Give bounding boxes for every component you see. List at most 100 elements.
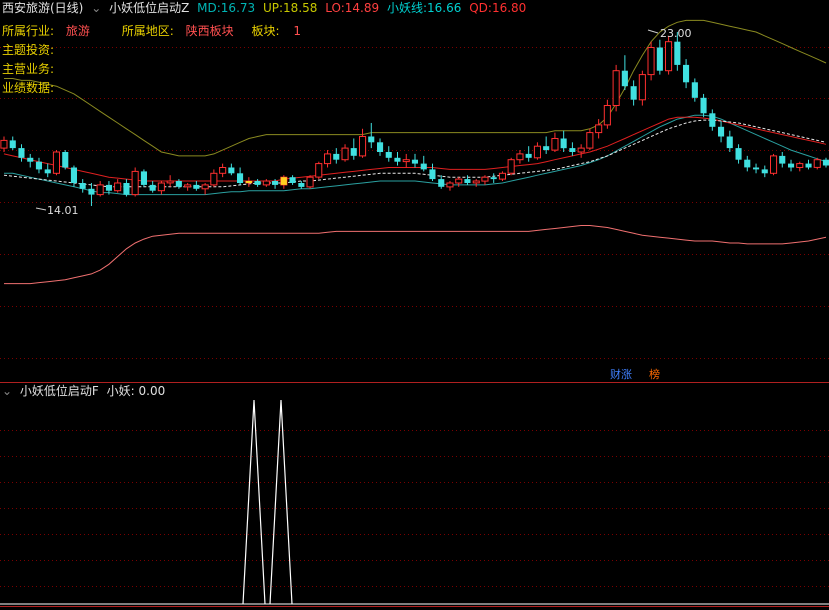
candle-body — [683, 64, 690, 83]
theme-label: 主题投资: — [2, 43, 55, 57]
sub-value-label: 小妖: — [106, 384, 135, 398]
candle-body — [289, 177, 296, 183]
indicator-name[interactable]: 小妖低位启动Z — [109, 1, 189, 15]
candle — [402, 153, 410, 168]
candle-body — [298, 183, 305, 187]
candle — [805, 159, 812, 170]
high-label: 23.00 — [660, 27, 692, 40]
candle-body — [569, 148, 576, 152]
candle-body — [201, 184, 209, 190]
candle-body — [674, 41, 681, 65]
candle-body — [402, 159, 410, 163]
candle-body — [630, 86, 637, 100]
chevron-down-icon[interactable]: ⌄ — [91, 1, 101, 15]
xy-value: 16.66 — [427, 1, 462, 15]
candle — [472, 179, 480, 187]
candle — [569, 142, 576, 156]
candle — [166, 175, 174, 187]
candle — [193, 181, 200, 191]
candle-body — [770, 155, 778, 174]
candle-body — [543, 146, 550, 151]
candle-body — [551, 138, 559, 151]
caizhang-tag[interactable]: 财涨 — [609, 368, 633, 381]
sub-value: 0.00 — [138, 384, 166, 398]
candle — [306, 175, 314, 189]
candle-body — [70, 167, 77, 183]
candle — [665, 35, 673, 75]
candle-body — [788, 163, 795, 168]
candle — [822, 157, 829, 168]
candle — [420, 155, 427, 172]
candle-body — [184, 184, 192, 188]
candle-body — [577, 147, 585, 153]
candle-body — [62, 152, 69, 168]
low-annotation: 14.01 — [35, 204, 79, 217]
candle-body — [368, 136, 375, 143]
candle — [96, 181, 104, 197]
signal-candle — [280, 177, 287, 185]
candle — [770, 153, 778, 176]
sub-grid — [0, 430, 829, 587]
candle-body — [377, 142, 384, 152]
candle-body — [533, 145, 542, 159]
region-value[interactable]: 陕西板块 — [186, 24, 234, 38]
candle — [761, 165, 768, 178]
xy-label: 小妖线: — [386, 1, 428, 15]
candle — [516, 150, 524, 164]
candle — [647, 41, 655, 81]
candle — [219, 163, 227, 178]
candle-body — [560, 138, 567, 149]
stock-title[interactable]: 西安旅游(日线) — [2, 1, 83, 15]
up-value: 18.58 — [283, 1, 318, 15]
candle — [385, 146, 392, 162]
signal-candle — [245, 181, 252, 183]
chevron-down-icon[interactable]: ⌄ — [2, 384, 12, 398]
candle-body — [52, 151, 61, 174]
candle — [638, 70, 646, 106]
candle — [18, 144, 25, 162]
candle-body — [753, 167, 760, 170]
candle-body — [498, 172, 506, 180]
candle — [464, 175, 471, 185]
candle-body — [35, 161, 42, 170]
candle-body — [796, 163, 804, 169]
candle — [237, 167, 244, 185]
candle-body — [341, 147, 349, 161]
candle — [149, 181, 156, 193]
low-label: 14.01 — [47, 204, 79, 217]
candle-body — [18, 148, 25, 158]
candle — [52, 150, 61, 176]
candle — [35, 157, 42, 174]
candle-body — [446, 182, 454, 188]
caizhang-text: 财涨 — [610, 368, 632, 381]
qd-label: QD: — [469, 1, 492, 15]
industry-value[interactable]: 旅游 — [66, 24, 90, 38]
candle-body — [394, 157, 401, 162]
candle — [228, 163, 235, 176]
kline-chart[interactable]: 23.00 14.01 — [0, 0, 829, 610]
candle-body — [586, 132, 594, 149]
candle-body — [157, 182, 165, 192]
md-value: 16.73 — [220, 1, 256, 15]
candle — [779, 152, 786, 168]
candle-body — [420, 163, 427, 170]
candle-body — [262, 180, 270, 186]
candle — [560, 130, 567, 152]
sub-header: ⌄ 小妖低位启动F 小妖: 0.00 — [0, 383, 169, 399]
candle-body — [472, 180, 480, 184]
candle-body — [333, 153, 340, 160]
candle-body — [350, 148, 357, 156]
block-value[interactable]: 1 — [293, 24, 301, 38]
candles — [0, 32, 829, 206]
bang-tag[interactable]: 榜 — [648, 368, 661, 381]
candle — [341, 144, 349, 162]
candle-body — [385, 152, 392, 158]
candle — [140, 169, 147, 187]
candle — [525, 146, 532, 162]
candle-body — [638, 74, 646, 101]
candle-body — [123, 183, 130, 195]
candle — [490, 173, 497, 183]
sub-indicator-name[interactable]: 小妖低位启动F — [20, 384, 99, 398]
candle — [753, 163, 760, 174]
lo-line — [4, 225, 827, 285]
